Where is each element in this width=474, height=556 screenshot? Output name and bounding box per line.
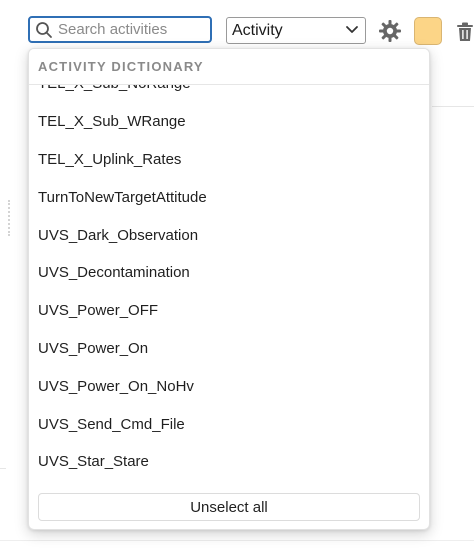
search-input[interactable] — [54, 21, 208, 38]
activity-type-select[interactable]: Activity — [226, 17, 366, 44]
activity-list-item[interactable]: UVS_Power_On_NoHv — [29, 367, 429, 405]
activity-list-item[interactable]: UVS_Send_Cmd_File — [29, 405, 429, 443]
activity-list-item[interactable]: UVS_Dark_Observation — [29, 216, 429, 254]
activity-type-select-value: Activity — [232, 21, 283, 39]
activity-list[interactable]: TEL_X_Sub_NoRangeTEL_X_Sub_WRangeTEL_X_U… — [29, 85, 429, 481]
search-box[interactable] — [28, 16, 212, 43]
gear-icon[interactable] — [378, 19, 402, 43]
activity-list-item[interactable]: UVS_Power_On — [29, 330, 429, 368]
chevron-down-icon — [345, 22, 359, 40]
activity-list-item[interactable]: TEL_X_Sub_NoRange — [29, 85, 429, 103]
color-swatch-button[interactable] — [414, 17, 442, 45]
panel-resize-handle[interactable] — [8, 200, 12, 236]
page: Activity — [0, 0, 474, 556]
activity-list-item[interactable]: TurnToNewTargetAttitude — [29, 178, 429, 216]
background-divider — [432, 106, 474, 107]
background-panel-edge — [0, 468, 6, 556]
unselect-all-button[interactable]: Unselect all — [38, 493, 420, 521]
activity-list-item[interactable]: TEL_X_Sub_WRange — [29, 103, 429, 141]
activity-dictionary-dropdown: ACTIVITY DICTIONARY TEL_X_Sub_NoRangeTEL… — [28, 48, 430, 530]
activity-list-item[interactable]: UVS_Star_Stare — [29, 443, 429, 481]
dropdown-header: ACTIVITY DICTIONARY — [29, 49, 429, 85]
activity-list-item[interactable]: TEL_X_Uplink_Rates — [29, 141, 429, 179]
background-divider-bottom — [0, 540, 474, 541]
activity-list-item[interactable]: UVS_Power_OFF — [29, 292, 429, 330]
dropdown-header-label: ACTIVITY DICTIONARY — [38, 59, 204, 74]
search-icon — [34, 20, 54, 40]
trash-icon[interactable] — [456, 22, 474, 42]
activity-list-item[interactable]: UVS_Decontamination — [29, 254, 429, 292]
